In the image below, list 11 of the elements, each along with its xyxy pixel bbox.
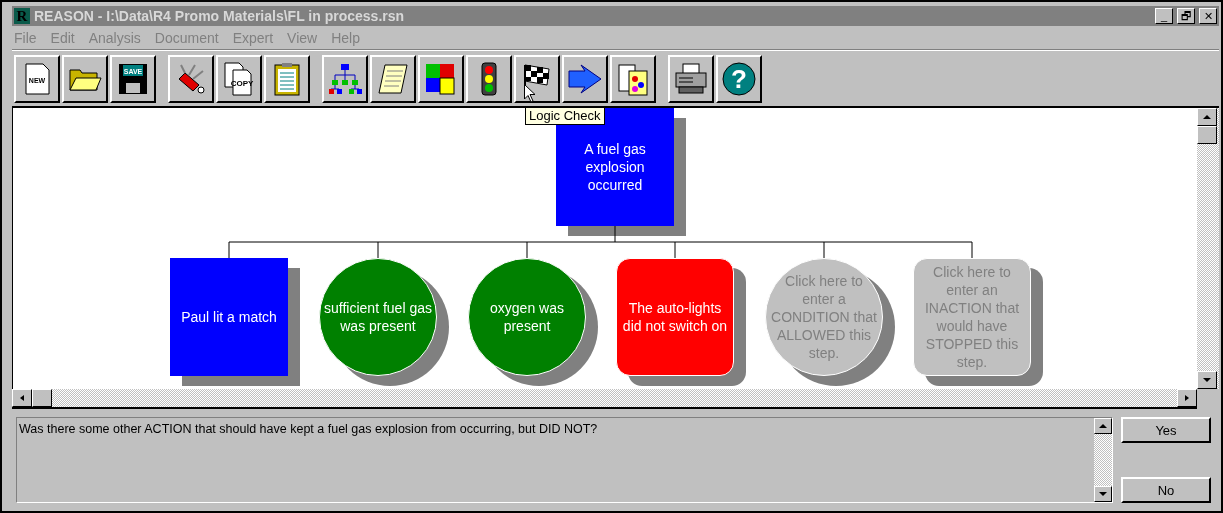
question-text: Was there some other ACTION that should have kept a fuel gas explosion from occurring, but DID NOT? [18,421,599,438]
toolbar-button[interactable]: ? [716,54,762,103]
minimize-button[interactable]: _ [1155,8,1173,24]
answer-button[interactable]: Yes [1121,417,1211,443]
tooltip: Logic Check [525,108,605,125]
help-icon: ? [721,60,757,97]
app-logo-icon: R [14,8,30,24]
close-button[interactable]: ✕ [1199,8,1217,24]
answer-button[interactable]: No [1121,477,1211,503]
restore-button[interactable]: 🗗 [1177,8,1195,24]
window-title: REASON - I:\Data\R4 Promo Materials\FL in process.rsn [34,8,406,24]
